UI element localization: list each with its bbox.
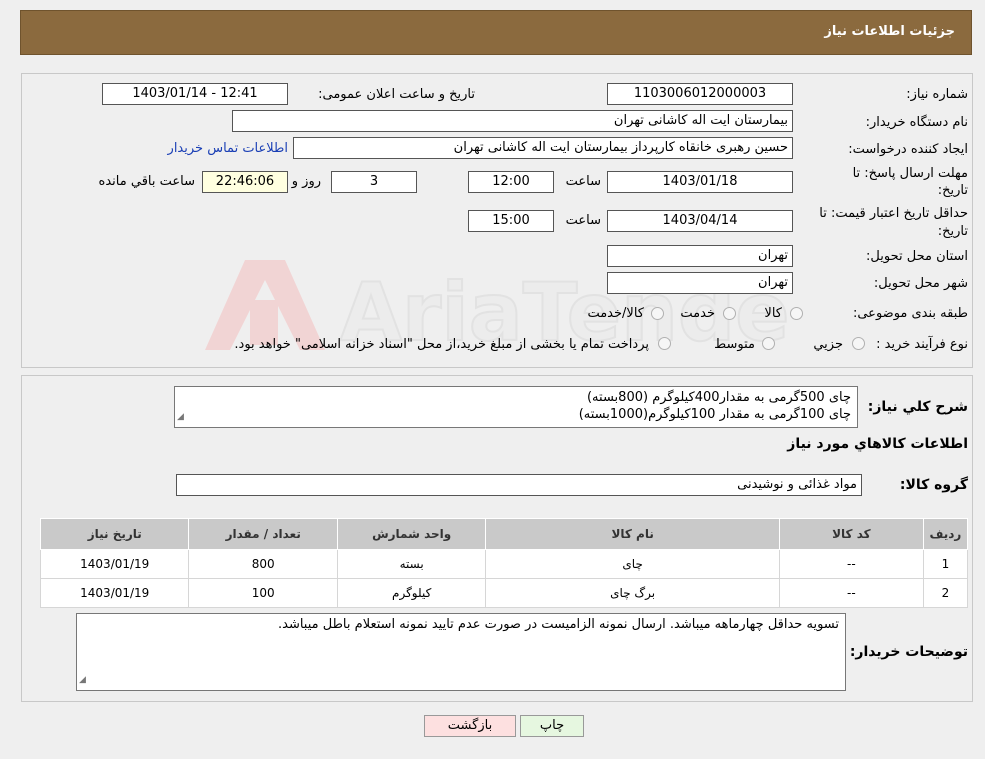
category-label: طبقه بندی موضوعی: [852, 306, 968, 321]
requester-label: ایجاد کننده درخواست: [848, 142, 968, 157]
buyer-notes-label: توضیحات خریدار: [849, 644, 968, 660]
announce-label: تاریخ و ساعت اعلان عمومی: [318, 87, 475, 102]
page-title: جزئیات اطلاعات نیاز [824, 24, 955, 39]
province-label: استان محل تحویل: [866, 249, 968, 264]
validity-label-2: تاریخ: [937, 224, 968, 239]
row-qty: 100 [188, 578, 338, 608]
row-name: برگ چای [485, 578, 780, 608]
goods-group-label: گروه کالا: [899, 477, 968, 493]
treasury-payment-note: پرداخت تمام یا بخشی از مبلغ خرید،از محل … [234, 337, 649, 352]
goods-table-header: رديف کد کالا نام کالا واحد شمارش تعداد /… [39, 518, 969, 550]
resize-grip-icon[interactable]: ◢ [79, 672, 86, 689]
row-name: چای [485, 549, 780, 579]
deadline-hour-label: ساعت [565, 174, 601, 189]
description-line-1: چای 500گرمی به مقدار400کیلوگرم (800بسته) [586, 390, 851, 405]
row-code: -- [778, 578, 924, 608]
row-unit: کیلوگرم [336, 578, 487, 608]
category-goods-service-radio[interactable] [651, 307, 664, 320]
description-textarea[interactable]: چای 500گرمی به مقدار400کیلوگرم (800بسته)… [174, 386, 858, 428]
remaining-time-field: 22:46:06 [202, 171, 288, 193]
deadline-date-field: 1403/01/18 [607, 171, 793, 193]
back-button[interactable]: بازگشت [424, 715, 516, 737]
buyer-notes-textarea[interactable]: تسویه حداقل چهارماهه میباشد. ارسال نمونه… [76, 613, 846, 691]
category-goods-radio[interactable] [790, 307, 803, 320]
col-qty: تعداد / مقدار [188, 518, 338, 550]
description-line-2: چای 100گرمی به مقدار 100کیلوگرم(1000بسته… [578, 407, 851, 422]
city-field: تهران [607, 272, 793, 294]
category-goods-service-label: کالا/خدمت [587, 306, 644, 321]
col-index: رديف [922, 518, 969, 550]
row-unit: بسته [336, 549, 487, 579]
validity-time-field: 15:00 [468, 210, 554, 232]
deadline-label: مهلت ارسال پاسخ: تا [852, 166, 968, 181]
category-service-label: خدمت [680, 306, 715, 321]
validity-date-field: 1403/04/14 [607, 210, 793, 232]
col-name: نام کالا [485, 518, 780, 550]
requester-field: حسین رهبری خانقاه کارپرداز بیمارستان ایت… [293, 137, 793, 159]
need-number-label: شماره نیاز: [906, 87, 968, 102]
row-date: 1403/01/19 [39, 578, 190, 608]
process-type-label: نوع فرآیند خرید : [876, 337, 968, 352]
buyer-org-field: بیمارستان ایت اله کاشانی تهران [232, 110, 793, 132]
row-index: 1 [922, 549, 969, 579]
process-minor-label: جزیي [813, 337, 843, 352]
category-goods-label: کالا [764, 306, 782, 321]
process-medium-label: متوسط [714, 337, 755, 352]
col-unit: واحد شمارش [336, 518, 487, 550]
goods-group-field: مواد غذائی و نوشیدنی [176, 474, 862, 496]
deadline-label-2: تاریخ: [937, 183, 968, 198]
row-index: 2 [922, 578, 969, 608]
treasury-payment-checkbox[interactable] [658, 337, 671, 350]
resize-grip-icon[interactable]: ◢ [177, 409, 184, 426]
print-button[interactable]: چاپ [520, 715, 584, 737]
need-number-field: 1103006012000003 [607, 83, 793, 105]
city-label: شهر محل تحویل: [873, 276, 968, 291]
goods-table: رديف کد کالا نام کالا واحد شمارش تعداد /… [39, 518, 969, 608]
days-field: 3 [331, 171, 417, 193]
remaining-label: ساعت باقي مانده [98, 174, 195, 189]
description-label: شرح کلي نياز: [867, 399, 968, 415]
goods-section-title: اطلاعات كالاهاي مورد نياز [787, 436, 968, 452]
col-date: تاریخ نیاز [39, 518, 190, 550]
validity-label: حداقل تاریخ اعتبار قیمت: تا [819, 206, 968, 221]
buyer-org-label: نام دستگاه خریدار: [865, 115, 968, 130]
row-code: -- [778, 549, 924, 579]
col-code: کد کالا [778, 518, 924, 550]
process-medium-radio[interactable] [762, 337, 775, 350]
row-date: 1403/01/19 [39, 549, 190, 579]
buyer-notes-text: تسویه حداقل چهارماهه میباشد. ارسال نمونه… [277, 617, 839, 632]
buyer-contact-link[interactable]: اطلاعات تماس خریدار [168, 141, 288, 156]
table-row: 1 -- چای بسته 800 1403/01/19 [39, 549, 969, 579]
province-field: تهران [607, 245, 793, 267]
validity-hour-label: ساعت [565, 213, 601, 228]
process-minor-radio[interactable] [852, 337, 865, 350]
row-qty: 800 [188, 549, 338, 579]
announce-datetime-field: 1403/01/14 - 12:41 [102, 83, 288, 105]
table-row: 2 -- برگ چای کیلوگرم 100 1403/01/19 [39, 578, 969, 608]
days-label: روز و [291, 174, 321, 189]
page-header: جزئیات اطلاعات نیاز [20, 10, 972, 55]
category-service-radio[interactable] [723, 307, 736, 320]
deadline-time-field: 12:00 [468, 171, 554, 193]
